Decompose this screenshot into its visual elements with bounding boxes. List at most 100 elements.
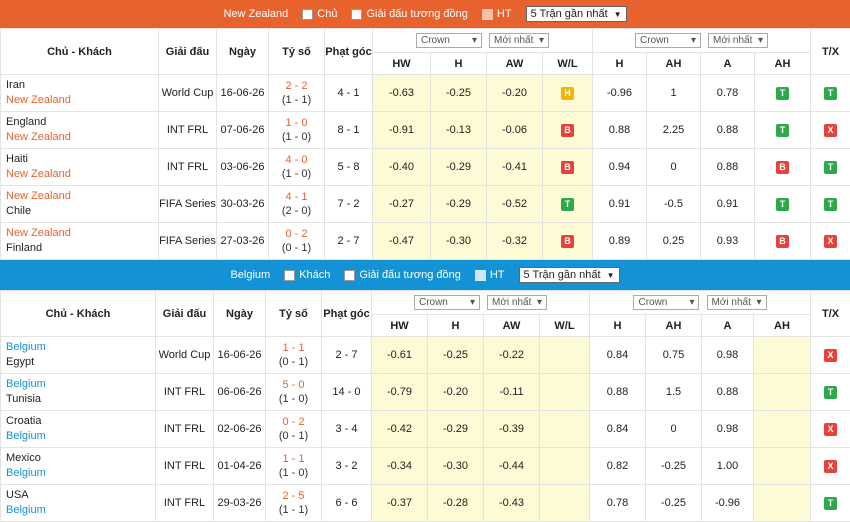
date-cell: 07-06-26 (217, 112, 269, 149)
home-team-name[interactable]: Iran (6, 78, 158, 93)
table-row[interactable]: New ZealandFinlandFIFA Series27-03-260 -… (1, 223, 850, 260)
checkbox-icon[interactable] (344, 270, 355, 281)
away-team-name[interactable]: New Zealand (6, 130, 158, 145)
result-badge-t: T (776, 124, 789, 137)
odds-type-select[interactable]: Mới nhất▾ (487, 295, 547, 310)
home-team-name[interactable]: Haiti (6, 152, 158, 167)
corner-cell: 7 - 2 (325, 186, 373, 223)
col-hw: HW (372, 315, 428, 337)
corner-cell: 14 - 0 (322, 374, 372, 411)
home-matches-table: Chủ - Khách Giải đấu Ngày Tỷ số Phạt góc… (0, 28, 850, 260)
bookmaker-select[interactable]: Crown▾ (416, 33, 482, 48)
table-row[interactable]: CroatiaBelgiumINT FRL02-06-260 - 2(0 - 1… (1, 411, 850, 448)
odds-type-select[interactable]: Mới nhất▾ (489, 33, 549, 48)
a-cell: 0.93 (701, 223, 755, 260)
score-cell: 1 - 1(0 - 1) (266, 337, 322, 374)
away-team-name[interactable]: Belgium (6, 466, 155, 481)
ah-result-cell (754, 411, 811, 448)
hw-cell: -0.42 (372, 411, 428, 448)
teams-cell: New ZealandChile (1, 186, 159, 223)
away-match-count-select[interactable]: 5 Trận gần nhất▼ (519, 267, 620, 283)
home-team-name[interactable]: Croatia (6, 414, 155, 429)
odds-type-select-ah[interactable]: Mới nhất▾ (707, 295, 767, 310)
col-corner: Phạt góc (322, 291, 372, 337)
hw-cell: -0.27 (373, 186, 431, 223)
odds-selectors-left: Crown▾ Mới nhất▾ (372, 291, 590, 315)
table-row[interactable]: MexicoBelgiumINT FRL01-04-261 - 1(1 - 0)… (1, 448, 850, 485)
home-filter-home[interactable]: Chủ (302, 8, 337, 20)
col-ah2: AH (755, 53, 811, 75)
home-team-name[interactable]: Belgium (6, 377, 155, 392)
home-team-name[interactable]: New Zealand (6, 189, 158, 204)
tx-cell: T (811, 186, 850, 223)
away-filter-ht[interactable]: HT (475, 269, 505, 281)
away-team-name[interactable]: Finland (6, 241, 158, 256)
result-badge-t: T (824, 198, 837, 211)
away-filter-similar-league[interactable]: Giải đấu tương đồng (344, 269, 460, 281)
table-row[interactable]: New ZealandChileFIFA Series30-03-264 - 1… (1, 186, 850, 223)
tx-cell: T (811, 75, 850, 112)
ah-result-cell (754, 374, 811, 411)
hw-cell: -0.79 (372, 374, 428, 411)
result-badge-t: T (776, 87, 789, 100)
checkbox-icon[interactable] (302, 9, 313, 20)
away-team-name[interactable]: Chile (6, 204, 158, 219)
aw-cell: -0.06 (487, 112, 543, 149)
away-matches-table: Chủ - Khách Giải đấu Ngày Tỷ số Phạt góc… (0, 290, 850, 522)
hw-cell: -0.40 (373, 149, 431, 186)
aw-cell: -0.32 (487, 223, 543, 260)
col-teams: Chủ - Khách (1, 291, 156, 337)
home-filter-ht[interactable]: HT (482, 8, 512, 20)
away-filter-away[interactable]: Khách (284, 269, 330, 281)
checkbox-icon[interactable] (351, 9, 362, 20)
half-time-score: (1 - 0) (269, 130, 324, 144)
home-team-name[interactable]: Belgium (6, 340, 155, 355)
h-cell: -0.29 (431, 149, 487, 186)
tx-cell: X (811, 112, 850, 149)
home-team-name[interactable]: USA (6, 488, 155, 503)
score-cell: 0 - 2(0 - 1) (266, 411, 322, 448)
table-row[interactable]: BelgiumTunisiaINT FRL06-06-265 - 0(1 - 0… (1, 374, 850, 411)
home-team-name[interactable]: New Zealand (6, 226, 158, 241)
home-match-count-select[interactable]: 5 Trận gần nhất▼ (526, 6, 627, 22)
table-row[interactable]: BelgiumEgyptWorld Cup16-06-261 - 1(0 - 1… (1, 337, 850, 374)
h2-cell: 0.84 (590, 337, 646, 374)
ah-cell: 1.5 (646, 374, 702, 411)
table-row[interactable]: IranNew ZealandWorld Cup16-06-262 - 2(1 … (1, 75, 850, 112)
away-team-name[interactable]: Belgium (6, 429, 155, 444)
home-team-name[interactable]: Mexico (6, 451, 155, 466)
checkbox-icon[interactable] (482, 9, 493, 20)
h2-cell: 0.84 (590, 411, 646, 448)
bookmaker-select-ah[interactable]: Crown▾ (635, 33, 701, 48)
col-aw: AW (484, 315, 540, 337)
teams-cell: New ZealandFinland (1, 223, 159, 260)
home-team-name[interactable]: England (6, 115, 158, 130)
odds-type-select-ah[interactable]: Mới nhất▾ (708, 33, 768, 48)
date-cell: 30-03-26 (217, 186, 269, 223)
league-cell: INT FRL (159, 149, 217, 186)
chevron-down-icon: ▾ (691, 35, 696, 46)
result-badge-t: T (776, 198, 789, 211)
ah-result-cell: T (755, 112, 811, 149)
checkbox-icon[interactable] (475, 270, 486, 281)
col-corner: Phạt góc (325, 29, 373, 75)
home-filter-similar-league[interactable]: Giải đấu tương đồng (351, 8, 467, 20)
league-cell: INT FRL (156, 374, 214, 411)
full-time-score: 1 - 0 (269, 116, 324, 130)
away-team-name[interactable]: Egypt (6, 355, 155, 370)
bookmaker-select-ah[interactable]: Crown▾ (633, 295, 699, 310)
away-team-name[interactable]: Tunisia (6, 392, 155, 407)
col-h: H (431, 53, 487, 75)
bookmaker-select[interactable]: Crown▾ (414, 295, 480, 310)
table-row[interactable]: HaitiNew ZealandINT FRL03-06-264 - 0(1 -… (1, 149, 850, 186)
table-row[interactable]: EnglandNew ZealandINT FRL07-06-261 - 0(1… (1, 112, 850, 149)
checkbox-icon[interactable] (284, 270, 295, 281)
a-cell: 0.88 (702, 374, 754, 411)
chevron-down-icon: ▼ (614, 10, 622, 19)
away-team-name[interactable]: New Zealand (6, 167, 158, 182)
away-team-name[interactable]: New Zealand (6, 93, 158, 108)
chevron-down-icon: ▾ (470, 297, 475, 308)
ah-result-cell (754, 337, 811, 374)
teams-cell: EnglandNew Zealand (1, 112, 159, 149)
full-time-score: 5 - 0 (266, 378, 321, 392)
